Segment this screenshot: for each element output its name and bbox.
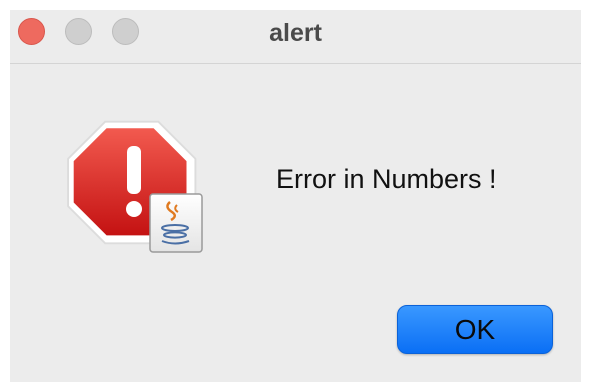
title-bar: alert xyxy=(10,10,581,64)
error-stop-sign-icon xyxy=(66,116,206,256)
ok-button[interactable]: OK xyxy=(397,305,553,354)
alert-dialog: alert Error in Numbers ! OK xyxy=(10,10,581,382)
error-stop-sign-icon-graphic xyxy=(67,120,203,253)
alert-message: Error in Numbers ! xyxy=(276,164,497,194)
java-badge-icon xyxy=(149,193,203,253)
window-title: alert xyxy=(269,19,322,47)
